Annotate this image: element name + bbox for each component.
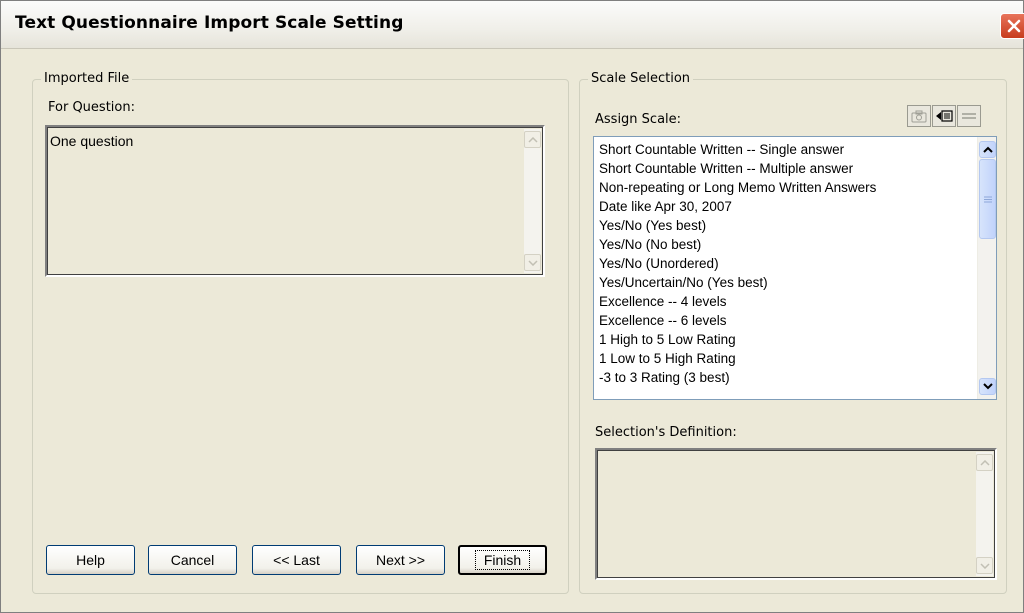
next-button[interactable]: Next >> [356, 545, 445, 575]
scale-list-scrollbar[interactable] [977, 137, 996, 399]
camera-tool-button[interactable] [907, 105, 931, 127]
finish-button-label: Finish [474, 550, 531, 570]
chevron-up-icon [979, 459, 990, 466]
minus-icon [962, 113, 976, 119]
question-scrollbar[interactable] [524, 129, 541, 273]
insert-icon [936, 110, 953, 122]
scale-scroll-up-button[interactable] [979, 141, 996, 158]
scale-list-item[interactable]: Yes/No (Unordered) [599, 254, 719, 273]
scale-list-item[interactable]: -3 to 3 Rating (3 best) [599, 368, 730, 387]
definition-scroll-down-button[interactable] [976, 557, 993, 574]
imported-file-group-title: Imported File [41, 71, 133, 86]
question-scroll-down-button[interactable] [524, 254, 541, 271]
assign-scale-label: Assign Scale: [595, 112, 682, 127]
question-text: One question [50, 133, 134, 149]
selection-definition-label: Selection's Definition: [595, 425, 737, 440]
definition-scroll-up-button[interactable] [976, 454, 993, 471]
chevron-down-icon [982, 383, 993, 390]
scale-list-item[interactable]: Yes/Uncertain/No (Yes best) [599, 273, 768, 292]
chevron-up-icon [527, 136, 538, 143]
scale-scroll-thumb[interactable] [979, 159, 996, 239]
scale-scroll-down-button[interactable] [979, 378, 996, 395]
assign-scale-listbox[interactable]: Short Countable Written -- Single answer… [593, 136, 997, 400]
scale-list-item[interactable]: Date like Apr 30, 2007 [599, 197, 732, 216]
scale-list-item[interactable]: 1 Low to 5 High Rating [599, 349, 736, 368]
question-scroll-up-button[interactable] [524, 131, 541, 148]
finish-button[interactable]: Finish [458, 545, 547, 575]
window-title: Text Questionnaire Import Scale Setting [15, 13, 404, 33]
cancel-button[interactable]: Cancel [148, 545, 237, 575]
chevron-down-icon [527, 259, 538, 266]
scale-list-item[interactable]: Short Countable Written -- Multiple answ… [599, 159, 853, 178]
definition-scrollbar[interactable] [976, 452, 993, 576]
grip-icon [983, 196, 992, 202]
scale-list-item[interactable]: Short Countable Written -- Single answer [599, 140, 844, 159]
for-question-label: For Question: [48, 100, 135, 115]
chevron-down-icon [979, 562, 990, 569]
help-button[interactable]: Help [46, 545, 135, 575]
insert-tool-button[interactable] [932, 105, 956, 127]
scale-list-item[interactable]: Non-repeating or Long Memo Written Answe… [599, 178, 876, 197]
scale-list-item[interactable]: Yes/No (Yes best) [599, 216, 706, 235]
title-bar: Text Questionnaire Import Scale Setting [1, 1, 1024, 49]
camera-icon [911, 110, 927, 123]
chevron-up-icon [982, 146, 993, 153]
question-textarea[interactable]: One question [45, 125, 545, 277]
scale-list-item[interactable]: 1 High to 5 Low Rating [599, 330, 736, 349]
scale-selection-group-title: Scale Selection [588, 71, 694, 86]
close-icon [1007, 19, 1021, 33]
selection-definition-textarea[interactable] [595, 448, 997, 580]
scale-list-item[interactable]: Excellence -- 4 levels [599, 292, 727, 311]
dialog-window: Text Questionnaire Import Scale Setting … [0, 0, 1024, 613]
scale-list-item[interactable]: Excellence -- 6 levels [599, 311, 727, 330]
scale-list-item[interactable]: Yes/No (No best) [599, 235, 701, 254]
last-button[interactable]: << Last [252, 545, 341, 575]
minus-tool-button[interactable] [957, 105, 981, 127]
close-button[interactable] [1000, 13, 1024, 39]
